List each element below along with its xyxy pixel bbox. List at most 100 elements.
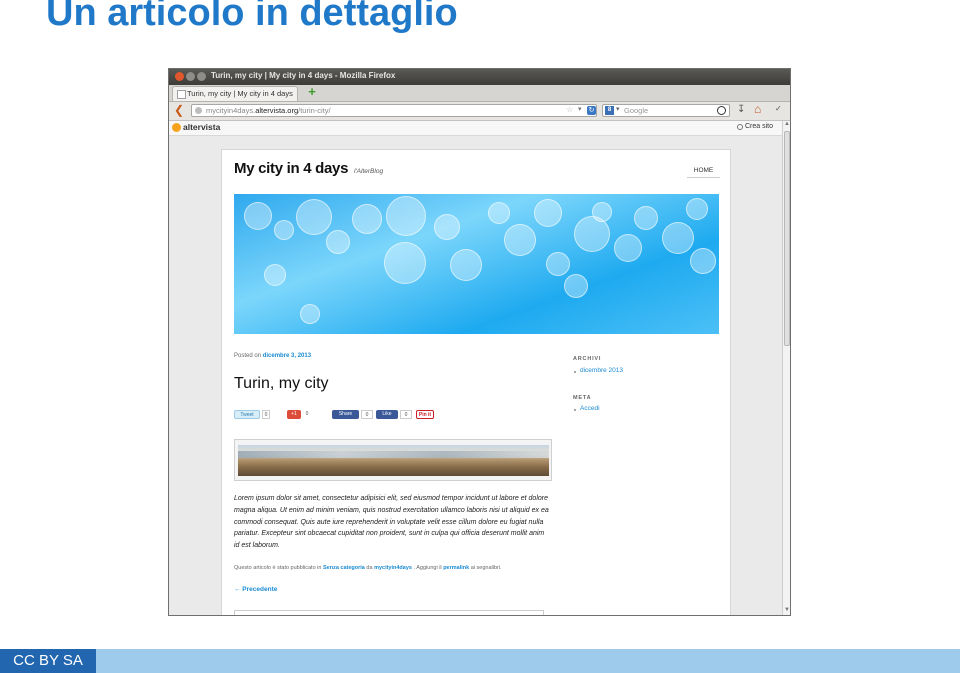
post-body-line: magna aliqua. Ut enim ad minim veniam, q… bbox=[234, 506, 549, 514]
previous-post-link[interactable]: ← Precedente bbox=[234, 586, 277, 593]
search-input[interactable]: Google bbox=[624, 106, 648, 115]
scroll-up-icon[interactable]: ▲ bbox=[784, 121, 790, 127]
tweet-button[interactable]: Tweet bbox=[234, 410, 260, 419]
meta-widget-title: META bbox=[573, 395, 592, 401]
close-window-button[interactable] bbox=[175, 72, 184, 81]
bokeh-bubble bbox=[614, 234, 642, 262]
bookmark-star-icon[interactable]: ☆ bbox=[566, 105, 573, 114]
search-icon[interactable] bbox=[717, 106, 726, 115]
footer-bar bbox=[0, 649, 960, 673]
bokeh-bubble bbox=[386, 196, 426, 236]
bokeh-bubble bbox=[352, 204, 382, 234]
back-button[interactable]: ❮ bbox=[174, 104, 184, 116]
vertical-scrollbar[interactable]: ▲ ▼ bbox=[782, 121, 790, 615]
post-meta-by: da bbox=[366, 565, 373, 571]
posted-on: Posted on dicembre 3, 2013 bbox=[234, 353, 311, 359]
bokeh-bubble bbox=[244, 202, 272, 230]
bokeh-bubble bbox=[488, 202, 510, 224]
post-title[interactable]: Turin, my city bbox=[234, 375, 329, 393]
url-history-dropdown-icon[interactable]: ▾ bbox=[578, 105, 582, 113]
extension-icon[interactable]: ✓ bbox=[775, 104, 782, 113]
bokeh-bubble bbox=[686, 198, 708, 220]
window-titlebar: Turin, my city | My city in 4 days - Moz… bbox=[169, 69, 790, 85]
bullet bbox=[574, 409, 576, 411]
bokeh-bubble bbox=[690, 248, 716, 274]
bullet bbox=[574, 371, 576, 373]
navigation-toolbar: ❮ mycityin4days.altervista.org/turin-cit… bbox=[169, 102, 790, 121]
archive-item-link[interactable]: dicembre 2013 bbox=[580, 367, 623, 374]
page-favicon-icon bbox=[177, 90, 186, 99]
share-buttons: Tweet 0 +1 0 Share 0 Like 0 Pin it bbox=[234, 410, 444, 420]
post-meta: Questo articolo è stato pubblicato in Se… bbox=[234, 565, 502, 571]
tab-strip: Turin, my city | My city in 4 days bbox=[169, 85, 790, 102]
tweet-count: 0 bbox=[262, 410, 270, 419]
altervista-logo[interactable]: altervista bbox=[183, 122, 220, 132]
downloads-button[interactable]: ↧ bbox=[737, 104, 745, 115]
url-domain: altervista.org bbox=[255, 106, 299, 115]
post-body: Lorem ipsum dolor sit amet, consectetur … bbox=[234, 493, 559, 552]
bokeh-bubble bbox=[264, 264, 286, 286]
tab-turin-my-city[interactable]: Turin, my city | My city in 4 days bbox=[172, 86, 298, 101]
bokeh-bubble bbox=[434, 214, 460, 240]
post-meta-suffix: ai segnalibri. bbox=[470, 565, 502, 571]
blog-page: My city in 4 days l'AlterBlog HOME Poste… bbox=[221, 149, 731, 615]
create-site-link[interactable]: Crea sito bbox=[745, 123, 773, 130]
bokeh-bubble bbox=[326, 230, 350, 254]
archive-widget-title: ARCHIVI bbox=[573, 356, 602, 362]
site-identity-icon[interactable] bbox=[195, 107, 202, 114]
bokeh-bubble bbox=[534, 199, 562, 227]
login-link[interactable]: Accedi bbox=[580, 405, 600, 412]
post-meta-prefix: Questo articolo è stato pubblicato in bbox=[234, 565, 322, 571]
home-button[interactable]: ⌂ bbox=[754, 102, 761, 116]
url-path: /turin-city/ bbox=[298, 106, 331, 115]
altervista-toolbar: altervista Crea sito bbox=[169, 121, 782, 136]
facebook-like-button[interactable]: Like bbox=[376, 410, 398, 419]
bokeh-bubble bbox=[300, 304, 320, 324]
page-viewport: altervista Crea sito My city in 4 days l… bbox=[169, 121, 782, 615]
bokeh-bubble bbox=[274, 220, 294, 240]
reload-button[interactable]: ↻ bbox=[587, 106, 596, 115]
pinterest-button[interactable]: Pin it bbox=[416, 410, 434, 419]
scrollbar-thumb[interactable] bbox=[784, 131, 790, 346]
window-title: Turin, my city | My city in 4 days - Moz… bbox=[211, 71, 396, 80]
new-tab-button[interactable]: + bbox=[306, 85, 318, 98]
gplus-count: 0 bbox=[303, 410, 311, 419]
post-body-line: Lorem ipsum dolor sit amet, consectetur … bbox=[234, 495, 548, 502]
url-bar[interactable]: mycityin4days.altervista.org/turin-city/… bbox=[191, 104, 597, 117]
comment-box[interactable] bbox=[234, 610, 544, 615]
post-body-line: pariatur. Excepteur sint obcaecat cupidi… bbox=[234, 530, 545, 538]
permalink-link[interactable]: permalink bbox=[443, 565, 469, 571]
bokeh-bubble bbox=[634, 206, 658, 230]
tab-label: Turin, my city | My city in 4 days bbox=[187, 89, 293, 98]
search-bar[interactable]: 8 ▾ Google bbox=[602, 104, 730, 117]
maximize-window-button[interactable] bbox=[197, 72, 206, 81]
bokeh-bubble bbox=[384, 242, 426, 284]
post-meta-mid: . Aggiungi il bbox=[413, 565, 442, 571]
author-link[interactable]: mycityin4days bbox=[374, 565, 412, 571]
posted-on-date-link[interactable]: dicembre 3, 2013 bbox=[263, 353, 311, 359]
altervista-logo-icon bbox=[172, 123, 181, 132]
category-link[interactable]: Senza categoria bbox=[323, 565, 365, 571]
facebook-like-count: 0 bbox=[400, 410, 412, 419]
nav-home-link[interactable]: HOME bbox=[687, 164, 720, 178]
browser-screenshot: Turin, my city | My city in 4 days - Moz… bbox=[168, 68, 791, 616]
post-body-line: commodi consequat. Quis aute iure repreh… bbox=[234, 518, 544, 526]
post-body-line: id est laborum. bbox=[234, 542, 280, 550]
bokeh-bubble bbox=[564, 274, 588, 298]
posted-on-prefix: Posted on bbox=[234, 353, 262, 359]
slide-title: Un articolo in dettaglio bbox=[46, 0, 458, 34]
search-engine-dropdown-icon[interactable]: ▾ bbox=[616, 105, 620, 113]
scroll-down-icon[interactable]: ▼ bbox=[784, 607, 790, 613]
license-label: CC BY SA bbox=[0, 649, 96, 673]
gplus-button[interactable]: +1 bbox=[287, 410, 301, 419]
blog-title[interactable]: My city in 4 days bbox=[234, 160, 348, 177]
blog-subtitle: l'AlterBlog bbox=[354, 168, 384, 175]
minimize-window-button[interactable] bbox=[186, 72, 195, 81]
facebook-share-button[interactable]: Share bbox=[332, 410, 359, 419]
bokeh-bubble bbox=[450, 249, 482, 281]
bokeh-bubble bbox=[296, 199, 332, 235]
bokeh-bubble bbox=[592, 202, 612, 222]
bokeh-bubble bbox=[546, 252, 570, 276]
bokeh-bubble bbox=[662, 222, 694, 254]
search-engine-icon[interactable]: 8 bbox=[605, 106, 614, 115]
